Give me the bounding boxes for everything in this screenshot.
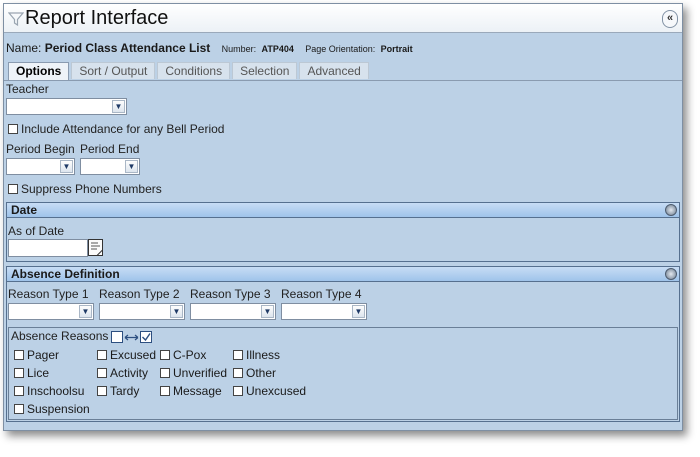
reason-pager-checkbox[interactable] xyxy=(14,350,24,360)
funnel-icon xyxy=(8,12,24,27)
tab-sort-output[interactable]: Sort / Output xyxy=(71,62,156,79)
period-begin-label: Period Begin xyxy=(6,142,75,156)
reason-activity-label: Activity xyxy=(110,366,149,380)
suppress-phone-option[interactable]: Suppress Phone Numbers xyxy=(8,182,162,196)
name-label: Name: xyxy=(6,41,42,55)
tab-bar: Options Sort / Output Conditions Selecti… xyxy=(8,62,369,80)
as-of-date-label: As of Date xyxy=(8,224,65,238)
report-info-row: Name: Period Class Attendance List Numbe… xyxy=(6,41,682,57)
suppress-phone-checkbox[interactable] xyxy=(8,184,18,194)
include-attendance-option[interactable]: Include Attendance for any Bell Period xyxy=(8,122,224,136)
window-title: Report Interface xyxy=(25,7,169,29)
chevron-down-icon[interactable]: ▼ xyxy=(125,160,138,173)
reason-suspension-checkbox[interactable] xyxy=(14,404,24,414)
reason-pager-label: Pager xyxy=(27,348,60,362)
reason-activity-checkbox[interactable] xyxy=(97,368,107,378)
reason-other-checkbox[interactable] xyxy=(233,368,243,378)
date-section-header[interactable]: Date xyxy=(6,202,680,218)
chevron-down-icon[interactable]: ▼ xyxy=(261,305,274,318)
reason-inschoolsu-label: Inschoolsu xyxy=(27,384,85,398)
tab-conditions[interactable]: Conditions xyxy=(157,62,231,79)
reason-type-1-select[interactable]: ▼ xyxy=(8,303,94,320)
tab-advanced[interactable]: Advanced xyxy=(299,62,369,79)
reason-suspension[interactable]: Suspension xyxy=(14,402,90,416)
reason-illness-checkbox[interactable] xyxy=(233,350,243,360)
tab-divider xyxy=(4,80,682,81)
report-number: ATP404 xyxy=(261,44,294,54)
number-label: Number: xyxy=(221,44,257,54)
period-end-label: Period End xyxy=(80,142,140,156)
reason-message[interactable]: Message xyxy=(160,384,222,398)
reason-inschoolsu-checkbox[interactable] xyxy=(14,386,24,396)
tab-options[interactable]: Options xyxy=(8,62,70,80)
date-section-body xyxy=(6,218,680,262)
chevron-down-icon[interactable]: ▼ xyxy=(112,100,125,113)
chevron-down-icon[interactable]: ▼ xyxy=(352,305,365,318)
period-begin-select[interactable]: ▼ xyxy=(6,158,75,175)
reason-pager[interactable]: Pager xyxy=(14,348,59,362)
chevron-down-icon[interactable]: ▼ xyxy=(79,305,92,318)
reason-c-pox[interactable]: C-Pox xyxy=(160,348,206,362)
reason-c-pox-checkbox[interactable] xyxy=(160,350,170,360)
reason-tardy[interactable]: Tardy xyxy=(97,384,139,398)
reason-type-2-label: Reason Type 2 xyxy=(99,287,180,301)
title-bar: Report Interface « xyxy=(4,4,682,33)
reason-unexcused-label: Unexcused xyxy=(246,384,307,398)
reason-unverified-checkbox[interactable] xyxy=(160,368,170,378)
reason-type-2-select[interactable]: ▼ xyxy=(99,303,185,320)
reason-excused[interactable]: Excused xyxy=(97,348,156,362)
include-attendance-checkbox[interactable] xyxy=(8,124,18,134)
date-section-title: Date xyxy=(11,203,38,217)
as-of-date-input[interactable] xyxy=(8,239,88,257)
reason-suspension-label: Suspension xyxy=(27,402,90,416)
suppress-phone-label: Suppress Phone Numbers xyxy=(21,182,162,196)
orientation-label: Page Orientation: xyxy=(305,44,376,54)
teacher-label: Teacher xyxy=(6,82,49,96)
reason-tardy-checkbox[interactable] xyxy=(97,386,107,396)
reason-type-1-label: Reason Type 1 xyxy=(8,287,89,301)
calendar-icon[interactable] xyxy=(88,239,103,256)
reason-type-4-label: Reason Type 4 xyxy=(281,287,362,301)
reason-unexcused-checkbox[interactable] xyxy=(233,386,243,396)
reason-other[interactable]: Other xyxy=(233,366,276,380)
reason-type-3-select[interactable]: ▼ xyxy=(190,303,276,320)
absence-reasons-label: Absence Reasons xyxy=(11,329,109,343)
absence-section-title: Absence Definition xyxy=(11,267,120,281)
collapse-button[interactable]: « xyxy=(662,10,678,28)
tab-selection[interactable]: Selection xyxy=(232,62,298,79)
reason-message-checkbox[interactable] xyxy=(160,386,170,396)
reason-unverified[interactable]: Unverified xyxy=(160,366,227,380)
chevron-down-icon[interactable]: ▼ xyxy=(170,305,183,318)
absence-reasons-group: Absence Reasons Pager Excused C-Pox Illn… xyxy=(8,327,678,420)
chevron-down-icon[interactable]: ▼ xyxy=(60,160,73,173)
toggle-checkboxes-icon[interactable] xyxy=(111,331,153,344)
reason-excused-label: Excused xyxy=(110,348,157,362)
report-orientation: Portrait xyxy=(380,44,413,54)
absence-section-header[interactable]: Absence Definition xyxy=(6,266,680,282)
reason-illness[interactable]: Illness xyxy=(233,348,280,362)
reason-lice[interactable]: Lice xyxy=(14,366,49,380)
reason-c-pox-label: C-Pox xyxy=(173,348,207,362)
reason-activity[interactable]: Activity xyxy=(97,366,148,380)
circle-toggle-icon[interactable] xyxy=(665,268,677,280)
reason-excused-checkbox[interactable] xyxy=(97,350,107,360)
reason-unverified-label: Unverified xyxy=(173,366,228,380)
reason-message-label: Message xyxy=(173,384,222,398)
reason-type-4-select[interactable]: ▼ xyxy=(281,303,367,320)
teacher-select[interactable]: ▼ xyxy=(6,98,127,115)
reason-inschoolsu[interactable]: Inschoolsu xyxy=(14,384,84,398)
report-name: Period Class Attendance List xyxy=(44,41,211,55)
reason-lice-label: Lice xyxy=(27,366,50,380)
reason-other-label: Other xyxy=(246,366,277,380)
period-end-select[interactable]: ▼ xyxy=(80,158,140,175)
report-interface-window: Report Interface « Name: Period Class At… xyxy=(3,3,683,431)
circle-toggle-icon[interactable] xyxy=(665,204,677,216)
include-attendance-label: Include Attendance for any Bell Period xyxy=(21,122,225,136)
reason-unexcused[interactable]: Unexcused xyxy=(233,384,306,398)
reason-illness-label: Illness xyxy=(246,348,281,362)
reason-type-3-label: Reason Type 3 xyxy=(190,287,271,301)
reason-tardy-label: Tardy xyxy=(110,384,140,398)
reason-lice-checkbox[interactable] xyxy=(14,368,24,378)
